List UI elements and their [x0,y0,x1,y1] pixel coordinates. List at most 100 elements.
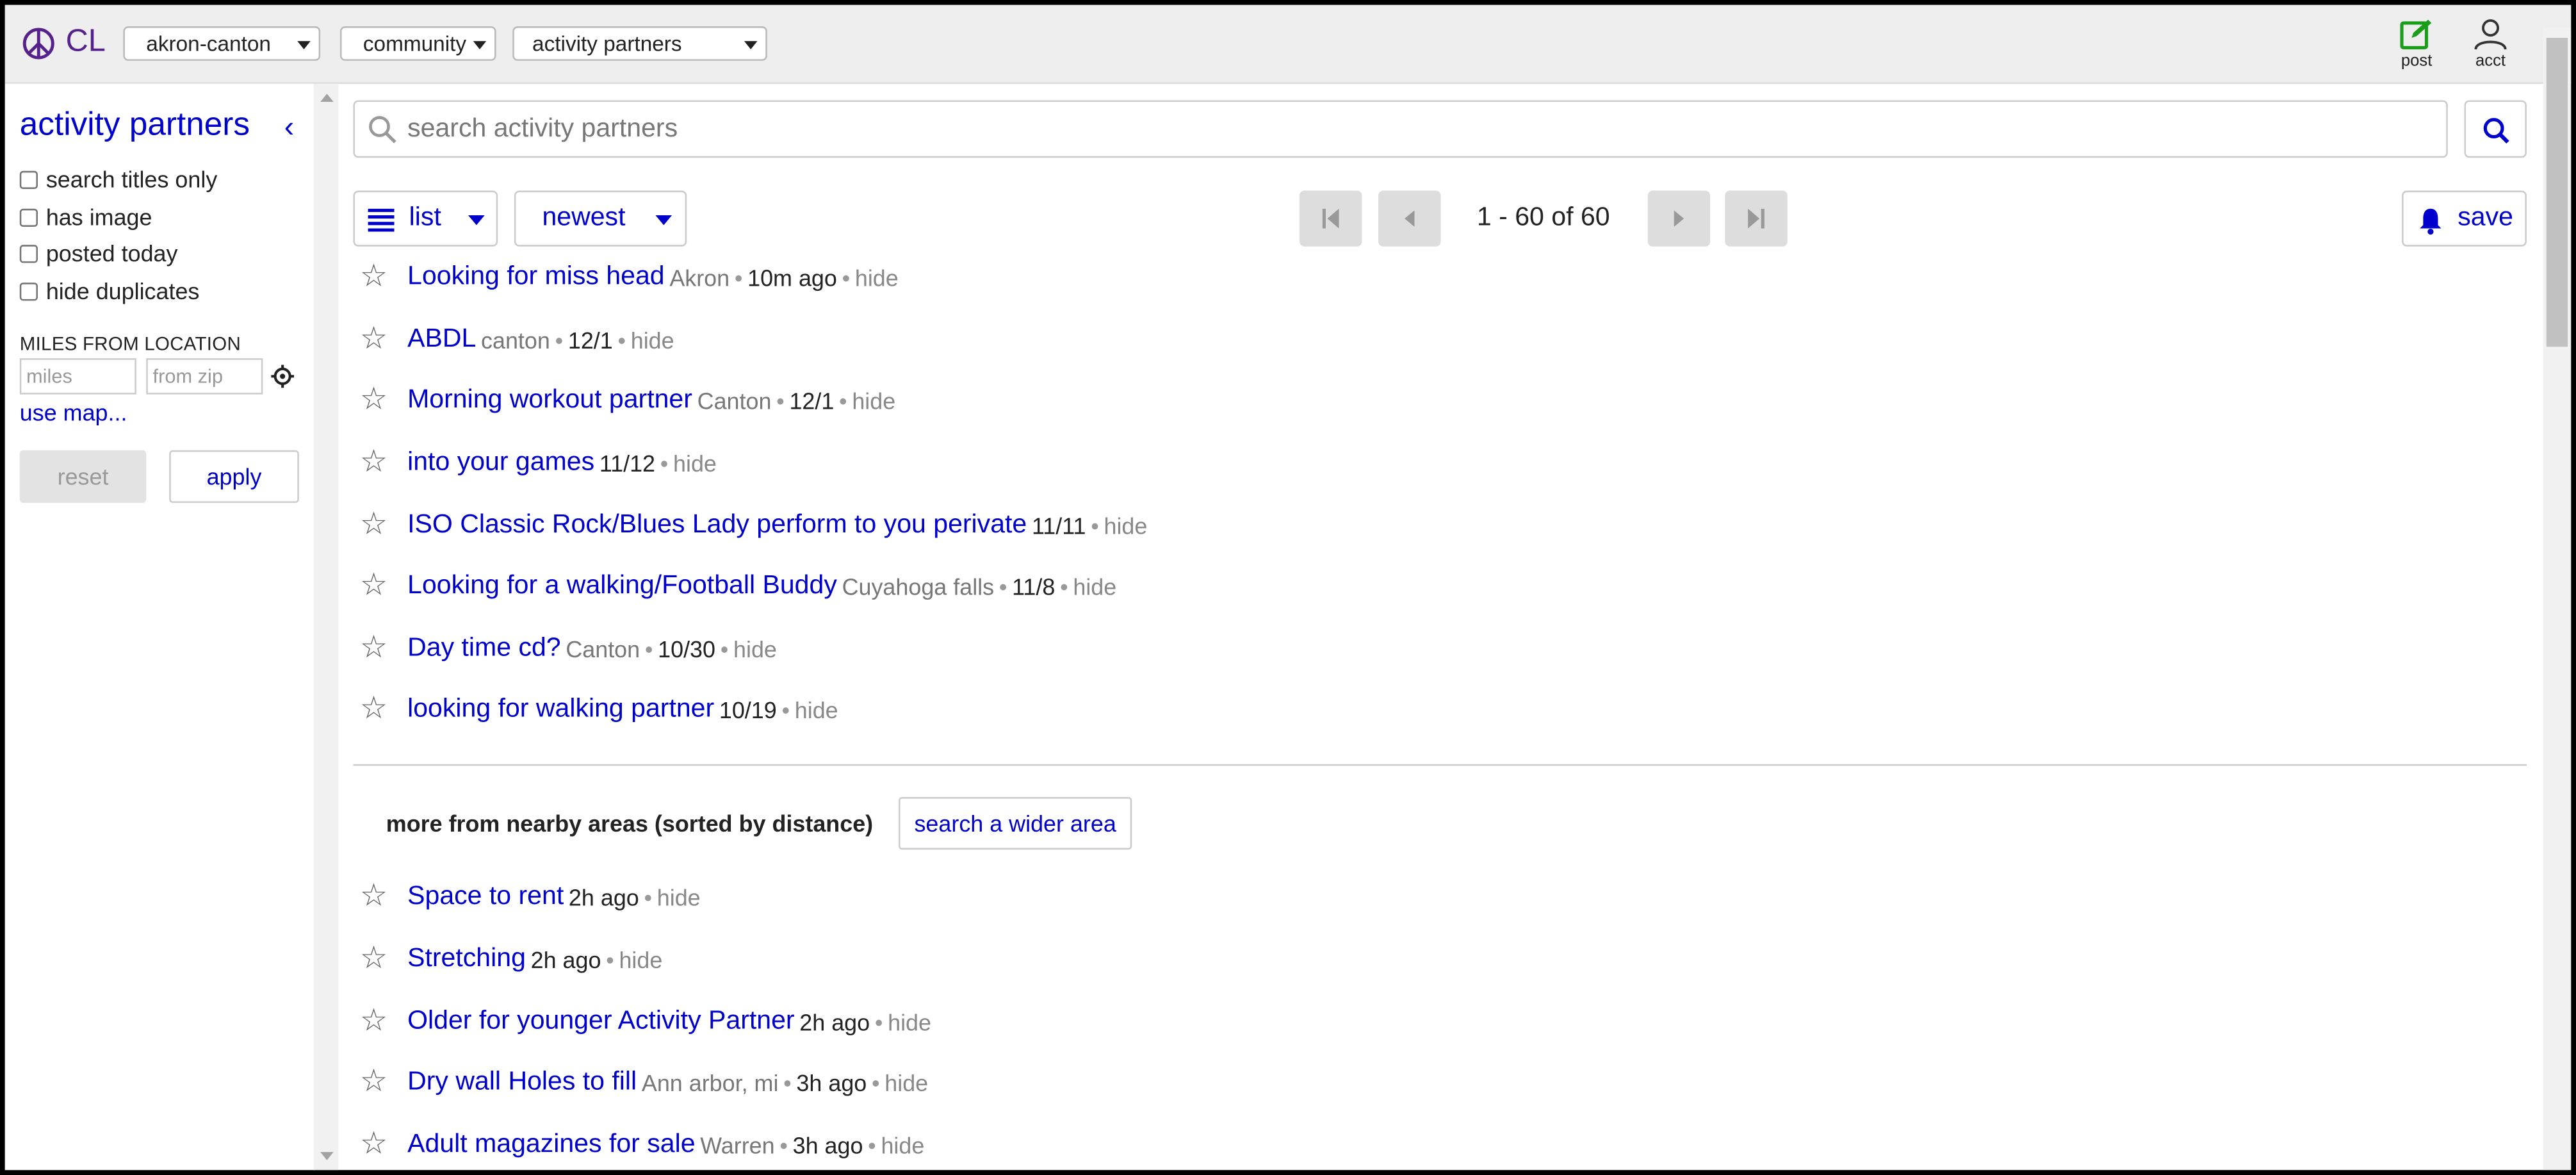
filter-has-image[interactable]: has image [19,204,152,231]
nearby-heading: more from nearby areas (sorted by distan… [386,810,874,837]
star-icon[interactable]: ☆ [360,323,407,356]
star-icon[interactable]: ☆ [360,446,407,480]
peace-icon [22,27,54,59]
list-item: ☆ Looking for a walking/Football Buddy Cuy… [360,567,1117,607]
first-page-button[interactable] [1299,190,1362,247]
hide-link[interactable]: hide [733,636,777,662]
hide-link[interactable]: hide [1104,513,1147,539]
filter-search-titles[interactable]: search titles only [19,166,218,192]
listing-title[interactable]: Stretching [407,945,526,974]
star-icon[interactable]: ☆ [360,880,407,914]
sort-label: newest [542,204,626,232]
hide-link[interactable]: hide [795,697,838,723]
star-icon[interactable]: ☆ [360,942,407,976]
listing-location: canton [481,327,550,354]
hide-link[interactable]: hide [631,327,674,353]
scroll-up-icon[interactable] [320,94,334,103]
hide-link[interactable]: hide [657,884,701,910]
listing-title[interactable]: Adult magazines for sale [407,1131,695,1160]
filter-label: has image [45,204,152,231]
list-item: ☆ Stretching 2h ago • hide [360,940,663,980]
save-search-button[interactable]: save [2402,190,2527,247]
star-icon[interactable]: ☆ [360,632,407,666]
sort-dropdown[interactable]: newest [514,190,687,247]
star-icon[interactable]: ☆ [360,1005,407,1039]
post-button[interactable]: post [2387,18,2446,70]
hide-link[interactable]: hide [852,388,895,414]
listing-date: 2h ago [530,946,601,973]
star-icon[interactable]: ☆ [360,1065,407,1099]
listing-title[interactable]: Older for younger Activity Partner [407,1007,794,1037]
hide-link[interactable]: hide [855,265,899,291]
acct-label: acct [2475,53,2506,71]
search-placeholder: search activity partners [407,115,678,144]
hide-link[interactable]: hide [619,946,662,973]
hide-link[interactable]: hide [673,450,717,477]
search-wider-area-button[interactable]: search a wider area [899,797,1132,850]
post-label: post [2401,53,2433,71]
listing-location: Warren [700,1132,775,1159]
separator: • [606,946,614,973]
chevron-down-icon [473,41,487,49]
separator: • [555,327,564,354]
listing-location: Cuyahoga falls [842,573,995,600]
star-icon[interactable]: ☆ [360,509,407,542]
cl-logo[interactable]: CL [21,24,106,60]
hide-link[interactable]: hide [888,1009,931,1035]
listing-title[interactable]: Dry wall Holes to fill [407,1068,637,1097]
region-select[interactable]: akron-canton [123,26,321,61]
listing-location: Ann arbor, mi [641,1069,779,1096]
hide-link[interactable]: hide [1073,573,1116,600]
category-select[interactable]: activity partners [512,26,767,61]
hide-link[interactable]: hide [884,1070,928,1096]
search-button[interactable] [2464,100,2527,158]
use-map-link[interactable]: use map... [20,399,127,425]
star-icon[interactable]: ☆ [360,384,407,417]
listing-title[interactable]: into your games [407,448,594,478]
checkbox[interactable] [19,243,38,263]
star-icon[interactable]: ☆ [360,261,407,294]
list-item: ☆ looking for walking partner 10/19 • hide [360,690,838,730]
listing-title[interactable]: Looking for a walking/Football Buddy [407,572,837,602]
listing-date: 11/12 [599,450,656,477]
main-scrollbar[interactable] [2543,28,2572,1171]
listing-title[interactable]: Morning workout partner [407,386,692,416]
next-page-button[interactable] [1647,190,1711,247]
hide-link[interactable]: hide [881,1132,924,1158]
filter-posted-today[interactable]: posted today [19,240,178,267]
listing-title[interactable]: ABDL [407,325,476,355]
search-input[interactable]: search activity partners [353,100,2448,158]
listing-title[interactable]: ISO Classic Rock/Blues Lady perform to y… [407,511,1027,541]
scroll-thumb[interactable] [2546,37,2568,347]
checkbox[interactable] [19,170,38,188]
last-page-button[interactable] [1725,190,1788,247]
filter-hide-duplicates[interactable]: hide duplicates [19,277,200,304]
filter-label: posted today [45,240,178,267]
star-icon[interactable]: ☆ [360,1128,407,1162]
separator: • [842,264,851,292]
checkbox[interactable] [19,281,38,300]
listing-title[interactable]: Looking for miss head [407,263,665,292]
crosshair-icon[interactable] [271,365,295,388]
chevron-down-icon [297,41,311,49]
view-mode-dropdown[interactable]: list [353,190,498,247]
star-icon[interactable]: ☆ [360,693,407,726]
scroll-down-icon[interactable] [320,1152,334,1160]
filter-sidebar: activity partners ‹ search titles only h… [4,83,316,1171]
miles-input[interactable]: miles [19,358,136,395]
prev-page-button[interactable] [1378,190,1441,247]
section-select[interactable]: community [339,26,496,61]
sidebar-scrollbar[interactable] [313,83,339,1171]
listing-title[interactable]: Day time cd? [407,634,561,664]
listing-title[interactable]: Space to rent [407,882,564,912]
zip-input[interactable]: from zip [146,358,263,395]
chevron-left-icon[interactable]: ‹ [284,111,294,141]
chevron-down-icon [655,215,673,226]
apply-button[interactable]: apply [169,450,299,503]
reset-button[interactable]: reset [19,450,147,503]
listing-title[interactable]: looking for walking partner [407,695,714,725]
star-icon[interactable]: ☆ [360,570,407,603]
checkbox[interactable] [19,208,38,226]
separator: • [779,1132,788,1159]
account-button[interactable]: acct [2461,18,2520,70]
